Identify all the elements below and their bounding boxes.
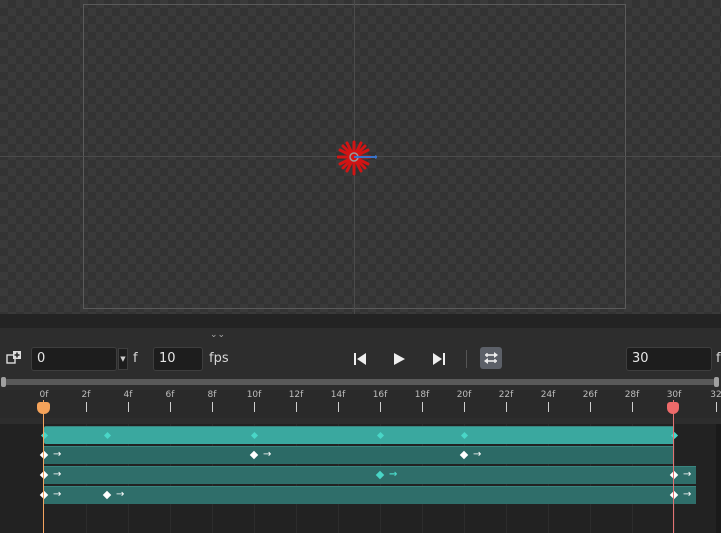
ruler-tick-label: 12f	[288, 390, 304, 400]
playback-controls: 0 ▼ f 10 fps 30 f	[0, 344, 721, 374]
end-frame-input[interactable]: 30	[626, 347, 712, 371]
scrollbar-end-handle[interactable]	[714, 377, 719, 387]
playhead-line	[43, 400, 44, 533]
current-frame-input[interactable]: 0	[31, 347, 117, 371]
ruler-tick-label: 22f	[498, 390, 514, 400]
end-marker-line	[673, 400, 674, 533]
fps-unit-label: fps	[209, 351, 229, 366]
interpolation-arrow-icon: →	[389, 469, 398, 480]
frame-ruler[interactable]: 0f 2f 4f 6f 8f 10f 12f 14f 16f 18f 20f 22f 24f 26f 28f…	[0, 390, 721, 418]
timeline-scrollbar[interactable]	[0, 376, 721, 388]
ruler-tick-mark	[506, 402, 507, 412]
ruler-tick-label: 32	[710, 390, 721, 400]
interpolation-arrow-icon: →	[263, 449, 272, 460]
ruler-tick-label: 16f	[372, 390, 388, 400]
ruler-tick-mark	[212, 402, 213, 412]
scene-canvas[interactable]	[0, 0, 721, 314]
ruler-tick-mark	[380, 402, 381, 412]
ruler-tick-mark	[296, 402, 297, 412]
ruler-tick-label: 26f	[582, 390, 598, 400]
end-frame-unit-label: f	[716, 351, 721, 366]
ruler-tick-label: 20f	[456, 390, 472, 400]
add-keyframe-icon[interactable]	[6, 350, 22, 366]
interpolation-arrow-icon: →	[683, 489, 692, 500]
ruler-tick-label: 28f	[624, 390, 640, 400]
ruler-tick-label: 30f	[666, 390, 682, 400]
burst-sprite-icon[interactable]	[336, 140, 379, 176]
ruler-tick-mark	[464, 402, 465, 412]
ruler-tick-mark	[548, 402, 549, 412]
playhead-handle[interactable]	[37, 402, 50, 414]
ruler-tick-label: 14f	[330, 390, 346, 400]
skip-last-icon[interactable]	[431, 351, 447, 367]
interpolation-arrow-icon: →	[683, 469, 692, 480]
ruler-tick-mark	[338, 402, 339, 412]
fps-input[interactable]: 10	[153, 347, 203, 371]
ruler-tick-mark	[632, 402, 633, 412]
ruler-tick-label: 0f	[39, 390, 49, 400]
ruler-tick-label: 6f	[165, 390, 175, 400]
frame-unit-label: f	[133, 351, 138, 366]
end-marker-handle[interactable]	[667, 402, 679, 414]
skip-first-icon[interactable]	[352, 351, 368, 367]
ruler-tick-label: 18f	[414, 390, 430, 400]
track-vertical-scrollbar[interactable]	[716, 424, 721, 533]
interpolation-arrow-icon: →	[116, 489, 125, 500]
interpolation-arrow-icon: →	[53, 469, 62, 480]
ruler-tick-mark	[254, 402, 255, 412]
ruler-tick-mark	[170, 402, 171, 412]
panel-splitter[interactable]	[0, 314, 721, 328]
loop-toggle-icon[interactable]	[480, 347, 502, 369]
scrollbar-start-handle[interactable]	[1, 377, 6, 387]
summary-track[interactable]	[44, 426, 674, 444]
ruler-tick-label: 10f	[246, 390, 262, 400]
ruler-tick-mark	[716, 402, 717, 412]
ruler-tick-mark	[422, 402, 423, 412]
ruler-tick-label: 24f	[540, 390, 556, 400]
property-track[interactable]	[44, 486, 696, 504]
property-track[interactable]	[44, 466, 696, 484]
interpolation-arrow-icon: →	[53, 449, 62, 460]
ruler-tick-mark	[86, 402, 87, 412]
collapse-chevron-icon[interactable]: ⌄⌄	[210, 330, 225, 340]
ruler-tick-label: 2f	[81, 390, 91, 400]
frame-dropdown[interactable]: ▼	[118, 348, 128, 370]
ruler-tick-mark	[590, 402, 591, 412]
controls-separator	[466, 350, 467, 368]
ruler-tick-label: 8f	[207, 390, 217, 400]
track-area: → → → → → → → → →	[0, 424, 721, 533]
scrollbar-track[interactable]	[4, 379, 716, 385]
ruler-tick-label: 4f	[123, 390, 133, 400]
interpolation-arrow-icon: →	[473, 449, 482, 460]
interpolation-arrow-icon: →	[53, 489, 62, 500]
ruler-tick-mark	[128, 402, 129, 412]
play-icon[interactable]	[391, 351, 407, 367]
property-track[interactable]	[44, 446, 674, 464]
